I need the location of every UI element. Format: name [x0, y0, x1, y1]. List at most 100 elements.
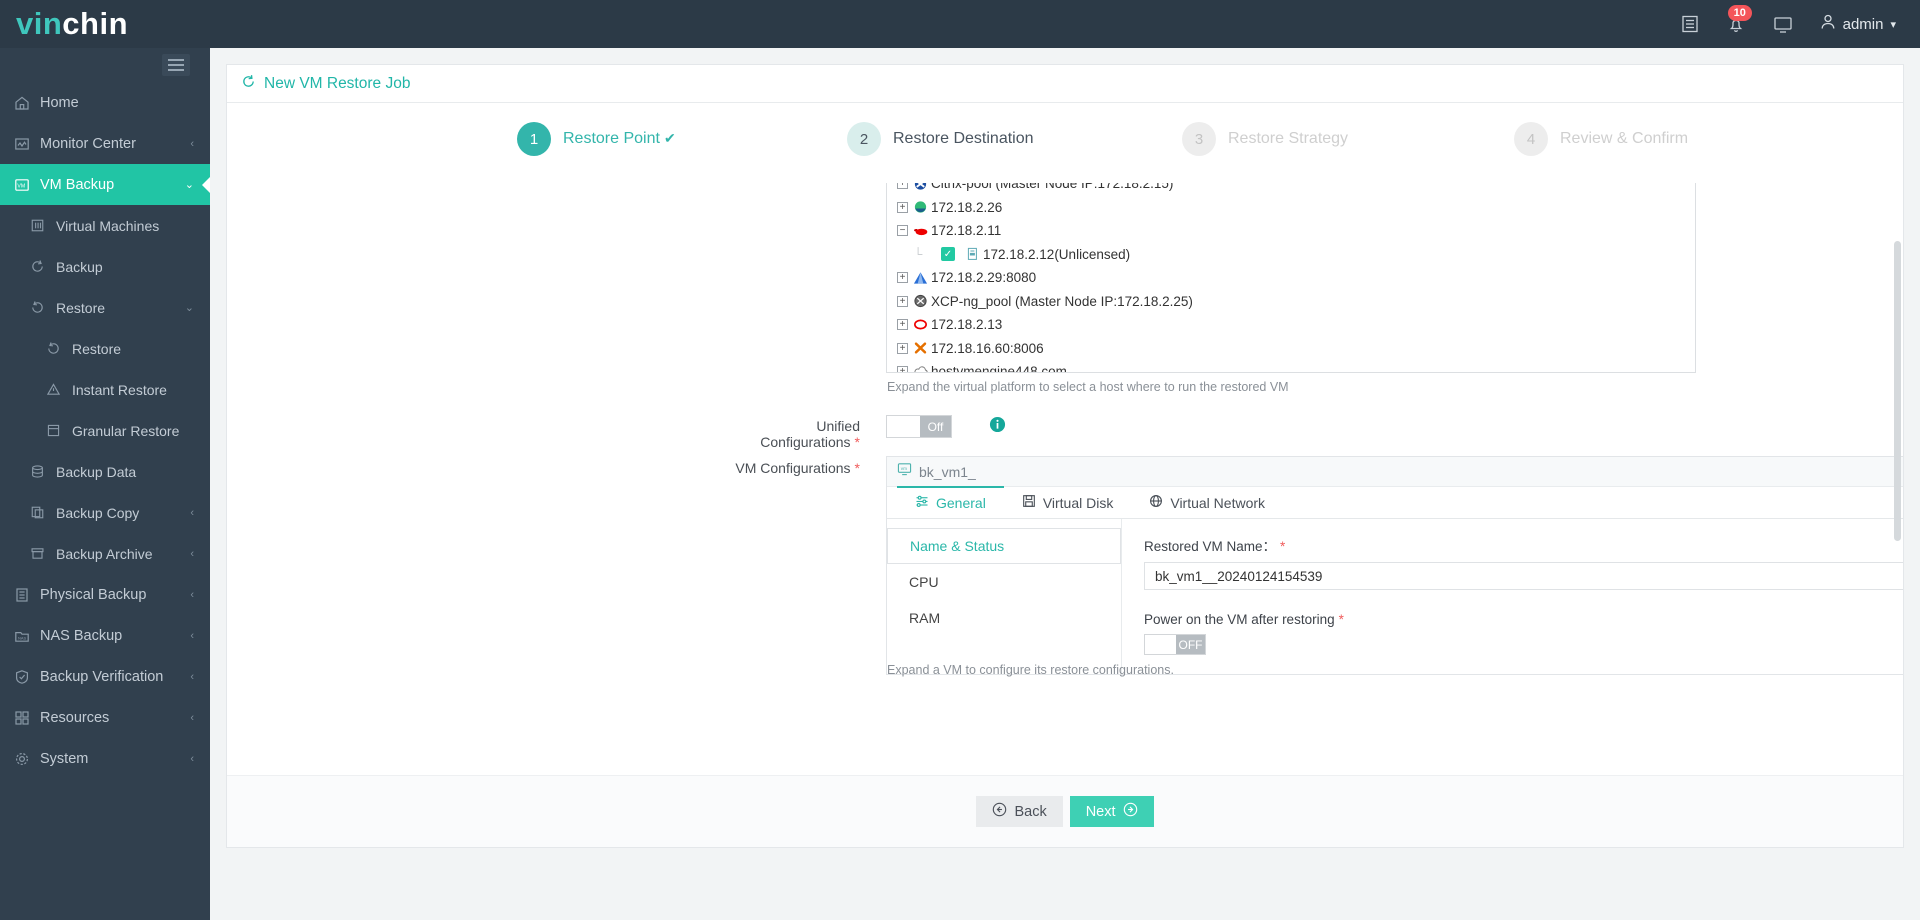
subnav-item-name-status[interactable]: Name & Status	[887, 528, 1121, 564]
wizard-step-1[interactable]: 1 Restore Point ✔	[517, 122, 676, 156]
scrollbar-thumb[interactable]	[1894, 241, 1901, 541]
nas-icon: NAS	[14, 628, 40, 644]
host-tree[interactable]: + Citrix-pool (Master Node IP:172.18.2.15…	[886, 183, 1696, 373]
unified-configurations-toggle[interactable]: Off	[886, 415, 952, 438]
sidebar-item-label: Monitor Center	[40, 135, 136, 152]
tab-general[interactable]: General	[897, 486, 1004, 518]
wizard-step-2[interactable]: 2 Restore Destination	[847, 122, 1034, 156]
expand-icon[interactable]: +	[897, 319, 908, 331]
tree-row[interactable]: └ ✓ 172.18.2.12(Unlicensed)	[887, 243, 1695, 267]
sidebar-item-label: Backup Data	[56, 463, 137, 480]
sidebar-item-restore[interactable]: Restore ⌄	[0, 287, 210, 328]
tree-expander[interactable]: +	[895, 342, 910, 354]
tree-expander[interactable]: +	[895, 272, 910, 284]
collapse-icon[interactable]: −	[897, 225, 908, 237]
tree-expander[interactable]: +	[895, 295, 910, 307]
vertical-scrollbar[interactable]	[1894, 231, 1901, 771]
redhat-icon	[910, 224, 931, 237]
tree-expander[interactable]: +	[895, 319, 910, 331]
sidebar-item-backup-archive[interactable]: Backup Archive ‹	[0, 533, 210, 574]
subnav-item-ram[interactable]: RAM	[887, 600, 1121, 636]
hamburger-icon[interactable]	[162, 54, 190, 76]
sidebar-item-backup-verification[interactable]: Backup Verification ‹	[0, 656, 210, 697]
tree-row[interactable]: +172.18.2.26	[887, 196, 1695, 220]
tree-row[interactable]: + Citrix-pool (Master Node IP:172.18.2.15…	[887, 183, 1695, 196]
info-icon[interactable]	[989, 416, 1006, 438]
restored-vm-name-label: Restored VM Name： *	[1144, 535, 1903, 555]
vm-icon: vm	[897, 462, 912, 481]
sidebar-item-backup[interactable]: Backup	[0, 246, 210, 287]
database-icon	[30, 464, 56, 479]
sidebar-item-label: Backup Archive	[56, 545, 153, 562]
tree-row[interactable]: +172.18.2.13	[887, 313, 1695, 337]
home-icon	[14, 95, 40, 111]
expand-icon[interactable]: +	[897, 272, 908, 284]
restore-icon	[30, 300, 56, 315]
vm-config-tab-body: Name & StatusCPURAM Restored VM Name：* P…	[887, 519, 1903, 674]
sidebar-item-home[interactable]: Home	[0, 82, 210, 123]
sidebar-item-label: Restore	[56, 299, 106, 316]
tree-expander[interactable]: −	[895, 225, 910, 237]
tree-row[interactable]: + hostvmengine448.com	[887, 360, 1695, 372]
user-menu[interactable]: admin ▾	[1820, 13, 1896, 35]
sidebar-item-granular-restore[interactable]: Granular Restore	[0, 410, 210, 451]
tab-virtual-network[interactable]: Virtual Network	[1131, 487, 1283, 518]
sidebar-item-instant-restore[interactable]: Instant Restore	[0, 369, 210, 410]
step-label: Restore Strategy	[1228, 130, 1349, 147]
sidebar-item-vm-backup[interactable]: VM VM Backup ⌄	[0, 164, 210, 205]
tree-expander[interactable]: +	[895, 366, 910, 372]
sidebar-item-nas-backup[interactable]: NAS NAS Backup ‹	[0, 615, 210, 656]
list-icon[interactable]	[1680, 14, 1700, 34]
monitor-center-icon	[14, 136, 40, 152]
sidebar-item-physical-backup[interactable]: Physical Backup ‹	[0, 574, 210, 615]
sidebar-item-virtual-machines[interactable]: Virtual Machines	[0, 205, 210, 246]
tree-checkbox[interactable]: ✓	[941, 247, 955, 262]
arrow-left-circle-icon	[992, 802, 1007, 821]
tree-row-label: Citrix-pool (Master Node IP:172.18.2.15)	[931, 183, 1174, 192]
restored-vm-name-input[interactable]	[1144, 562, 1903, 590]
tab-label: General	[936, 494, 986, 511]
expand-icon[interactable]: +	[897, 342, 908, 354]
required-mark: *	[1338, 612, 1344, 627]
sidebar-item-label: NAS Backup	[40, 627, 123, 644]
expand-icon[interactable]: +	[897, 295, 908, 307]
sidebar-item-label: Home	[40, 94, 79, 111]
copy-icon	[30, 505, 56, 520]
next-button[interactable]: Next	[1069, 796, 1154, 827]
sidebar-item-monitor-center[interactable]: Monitor Center ‹	[0, 123, 210, 164]
tree-expander[interactable]: +	[895, 201, 910, 213]
tree-row-label: 172.18.2.26	[931, 199, 1003, 215]
expand-icon[interactable]: +	[897, 201, 908, 213]
tree-row[interactable]: + XCP-ng_pool (Master Node IP:172.18.2.25…	[887, 290, 1695, 314]
sidebar-item-resources[interactable]: Resources ‹	[0, 697, 210, 738]
tree-row[interactable]: +172.18.16.60:8006	[887, 337, 1695, 361]
tree-row[interactable]: +172.18.2.29:8080	[887, 266, 1695, 290]
power-on-toggle[interactable]: OFF	[1144, 634, 1206, 655]
expand-icon[interactable]: +	[897, 366, 908, 372]
sidebar-item-label: Instant Restore	[72, 381, 167, 398]
bell-icon[interactable]: 10	[1726, 5, 1752, 34]
subnav-item-cpu[interactable]: CPU	[887, 564, 1121, 600]
back-button[interactable]: Back	[976, 796, 1063, 827]
sidebar-item-system[interactable]: System ‹	[0, 738, 210, 779]
wizard-step-3[interactable]: 3 Restore Strategy	[1182, 122, 1348, 156]
sidebar-item-restore[interactable]: Restore	[0, 328, 210, 369]
tree-row-label: XCP-ng_pool (Master Node IP:172.18.2.25)	[931, 293, 1193, 309]
wizard-step-4[interactable]: 4 Review & Confirm	[1514, 122, 1688, 156]
vm-configurations-label: VM Configurations *	[720, 460, 860, 476]
expand-icon[interactable]: +	[897, 183, 908, 190]
monitor-icon[interactable]	[1772, 14, 1794, 34]
sidebar-item-backup-data[interactable]: Backup Data	[0, 451, 210, 492]
tree-row[interactable]: − 172.18.2.11	[887, 219, 1695, 243]
wizard-card: New VM Restore Job 1 Restore Point ✔ 2 Res…	[226, 64, 1904, 848]
sidebar-item-label: VM Backup	[40, 176, 115, 193]
step-number: 2	[847, 122, 881, 156]
vm-config-panel-header[interactable]: vm bk_vm1_	[887, 457, 1903, 487]
app-logo[interactable]: vinchin	[0, 0, 210, 48]
chevron-left-icon: ‹	[190, 137, 194, 150]
tree-expander[interactable]: +	[895, 183, 910, 190]
tab-virtual-disk[interactable]: Virtual Disk	[1004, 487, 1132, 518]
backup-icon	[30, 259, 56, 274]
sidebar-item-backup-copy[interactable]: Backup Copy ‹	[0, 492, 210, 533]
next-button-label: Next	[1085, 803, 1116, 820]
